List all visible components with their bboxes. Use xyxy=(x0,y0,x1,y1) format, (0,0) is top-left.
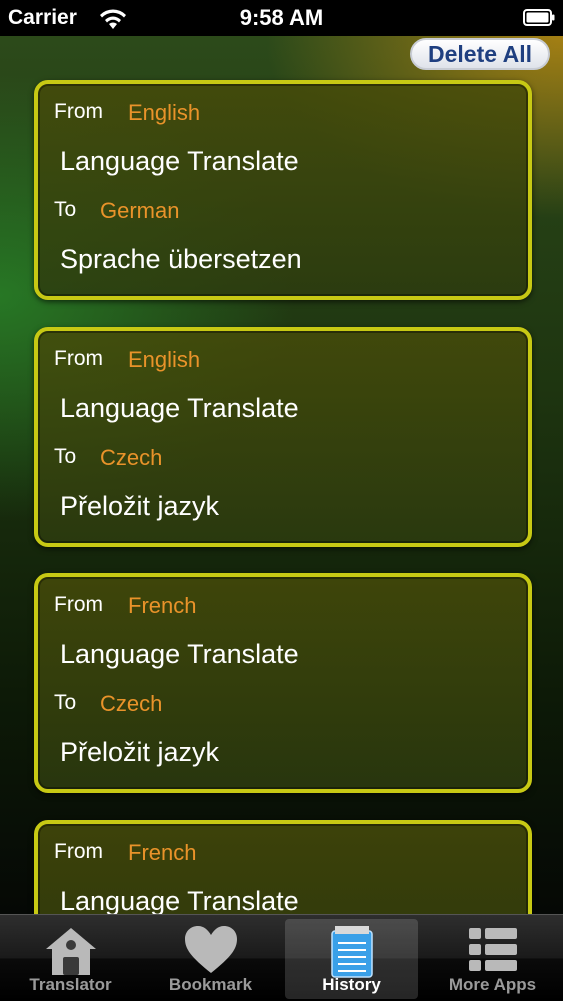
from-label: From xyxy=(54,347,103,370)
from-label: From xyxy=(54,100,103,123)
history-item[interactable]: From English Language Translate To Germa… xyxy=(34,80,532,300)
source-language: English xyxy=(128,347,201,372)
battery-icon xyxy=(523,9,555,26)
house-icon xyxy=(45,928,96,975)
tab-bookmark[interactable]: Bookmark xyxy=(144,919,277,999)
source-language: French xyxy=(128,593,197,618)
tab-label: Translator xyxy=(29,975,112,994)
tab-history[interactable]: History xyxy=(285,919,418,999)
history-item[interactable]: From English Language Translate To Czech… xyxy=(34,327,532,547)
tab-bar: Translator Bookmark History More Apps xyxy=(0,914,563,1001)
source-language: English xyxy=(128,100,201,125)
tab-more-apps[interactable]: More Apps xyxy=(426,919,559,999)
delete-all-button[interactable]: Delete All xyxy=(410,38,550,70)
tab-label: Bookmark xyxy=(168,975,253,994)
from-label: From xyxy=(54,593,103,616)
translated-text: Sprache übersetzen xyxy=(60,244,302,274)
heart-icon xyxy=(184,926,237,973)
clock: 9:58 AM xyxy=(239,5,324,30)
list-icon xyxy=(468,928,517,971)
tab-label: More Apps xyxy=(448,975,537,994)
source-text: Language Translate xyxy=(60,886,299,914)
history-list[interactable]: Delete All From English Language Transla… xyxy=(0,36,563,914)
target-language: Czech xyxy=(100,445,163,470)
to-label: To xyxy=(54,445,77,468)
tab-translator[interactable]: Translator xyxy=(4,919,137,999)
translated-text: Přeložit jazyk xyxy=(60,491,220,521)
source-text: Language Translate xyxy=(60,146,299,176)
status-bar: Carrier 9:58 AM xyxy=(0,0,563,36)
from-label: From xyxy=(54,840,103,863)
source-text: Language Translate xyxy=(60,393,299,423)
tab-label: History xyxy=(322,975,381,994)
to-label: To xyxy=(54,198,77,221)
history-item[interactable]: From French Language Translate To Czech … xyxy=(34,573,532,793)
history-item[interactable]: From French Language Translate xyxy=(34,820,532,914)
target-language: German xyxy=(100,198,180,223)
translated-text: Přeložit jazyk xyxy=(60,737,220,767)
source-language: French xyxy=(128,840,197,865)
to-label: To xyxy=(54,691,77,714)
notepad-icon xyxy=(330,926,373,978)
target-language: Czech xyxy=(100,691,163,716)
source-text: Language Translate xyxy=(60,639,299,669)
